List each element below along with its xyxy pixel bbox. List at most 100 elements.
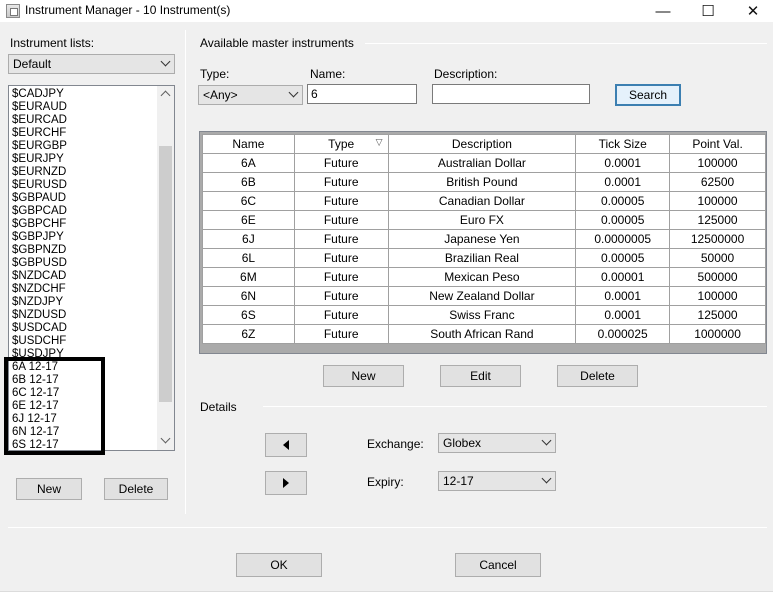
instrument-grid[interactable]: Name Type ▽ Description Tick Size Point Val. … xyxy=(199,131,767,354)
list-item[interactable]: $NZDCAD xyxy=(12,270,67,283)
list-item[interactable]: $GBPJPY xyxy=(12,231,67,244)
column-header[interactable]: Name xyxy=(202,134,295,154)
background-strip xyxy=(0,591,773,601)
column-header[interactable]: Description xyxy=(387,134,577,154)
table-cell: 0.00005 xyxy=(575,210,671,230)
name-label: Name: xyxy=(310,67,346,81)
column-header[interactable]: Tick Size xyxy=(575,134,671,154)
exchange-selected: Globex xyxy=(443,436,482,450)
scroll-down-icon[interactable] xyxy=(160,433,171,444)
table-cell: 0.0000005 xyxy=(575,229,671,249)
list-item[interactable]: $EURJPY xyxy=(12,153,67,166)
instrument-edit-button[interactable]: Edit xyxy=(440,365,521,387)
previous-button[interactable] xyxy=(265,433,307,457)
column-header-label: Description xyxy=(451,137,512,151)
table-cell: 6L xyxy=(202,248,295,268)
table-cell: Canadian Dollar xyxy=(387,191,577,211)
list-item[interactable]: $EURUSD xyxy=(12,179,67,192)
table-row[interactable]: 6A Future Australian Dollar 0.0001 100000 xyxy=(202,153,766,173)
details-group-line xyxy=(263,406,767,407)
table-cell: Future xyxy=(293,191,389,211)
table-cell: 100000 xyxy=(669,153,766,173)
scroll-thumb[interactable] xyxy=(159,146,172,402)
list-item[interactable]: $GBPNZD xyxy=(12,244,67,257)
instrument-list-selected: Default xyxy=(13,57,52,71)
table-cell: Future xyxy=(293,324,389,344)
column-header-label: Type xyxy=(328,137,355,151)
table-cell: Japanese Yen xyxy=(387,229,577,249)
column-header[interactable]: Point Val. xyxy=(669,134,766,154)
table-row[interactable]: 6Z Future South African Rand 0.000025 100000… xyxy=(202,324,766,344)
table-row[interactable]: 6L Future Brazilian Real 0.00005 50000 xyxy=(202,248,766,268)
expiry-selected: 12-17 xyxy=(443,474,474,488)
footer-separator xyxy=(8,527,767,528)
close-button[interactable]: ✕ xyxy=(730,0,773,22)
list-item[interactable]: $EURCAD xyxy=(12,114,67,127)
instrument-new-button[interactable]: New xyxy=(323,365,404,387)
list-item[interactable]: $GBPCHF xyxy=(12,218,67,231)
cancel-button[interactable]: Cancel xyxy=(455,553,541,577)
exchange-label: Exchange: xyxy=(367,437,424,451)
table-cell: Swiss Franc xyxy=(387,305,577,325)
scroll-up-icon[interactable] xyxy=(160,90,171,101)
list-item[interactable]: $CADJPY xyxy=(12,88,67,101)
list-item[interactable]: $EURNZD xyxy=(12,166,67,179)
next-button[interactable] xyxy=(265,471,307,495)
name-input[interactable]: 6 xyxy=(307,84,417,104)
table-cell: 62500 xyxy=(669,172,766,192)
title-bar: Instrument Manager - 10 Instrument(s) — … xyxy=(0,0,773,22)
exchange-select[interactable]: Globex xyxy=(438,433,556,453)
list-item[interactable]: $EURAUD xyxy=(12,101,67,114)
table-header-row: Name Type ▽ Description Tick Size Point Val. xyxy=(202,134,766,154)
list-item[interactable]: $GBPCAD xyxy=(12,205,67,218)
table-row[interactable]: 6M Future Mexican Peso 0.00001 500000 xyxy=(202,267,766,287)
list-item[interactable]: $NZDJPY xyxy=(12,296,67,309)
table-row[interactable]: 6N Future New Zealand Dollar 0.0001 100000 xyxy=(202,286,766,306)
list-delete-button[interactable]: Delete xyxy=(104,478,168,500)
list-item[interactable]: $GBPAUD xyxy=(12,192,67,205)
table-cell: 6N xyxy=(202,286,295,306)
search-button[interactable]: Search xyxy=(615,84,681,106)
table-cell: 0.000025 xyxy=(575,324,671,344)
list-item[interactable]: $NZDCHF xyxy=(12,283,67,296)
list-new-button[interactable]: New xyxy=(16,478,82,500)
instrument-delete-button[interactable]: Delete xyxy=(557,365,638,387)
table-cell: Euro FX xyxy=(387,210,577,230)
maximize-button[interactable]: ☐ xyxy=(685,0,731,22)
description-label: Description: xyxy=(434,67,498,81)
list-item[interactable]: $NZDUSD xyxy=(12,309,67,322)
master-group-label: Available master instruments xyxy=(200,36,354,50)
listbox-scrollbar[interactable] xyxy=(157,86,174,450)
column-header[interactable]: Type ▽ xyxy=(293,134,389,154)
panel-divider xyxy=(185,30,186,514)
list-item[interactable]: $USDCHF xyxy=(12,335,67,348)
table-row[interactable]: 6J Future Japanese Yen 0.0000005 12500000 xyxy=(202,229,766,249)
description-input[interactable] xyxy=(432,84,590,104)
table-cell: 0.0001 xyxy=(575,305,671,325)
chevron-down-icon xyxy=(160,56,171,67)
ok-button[interactable]: OK xyxy=(236,553,322,577)
list-item[interactable]: $EURCHF xyxy=(12,127,67,140)
details-group-label: Details xyxy=(200,400,237,414)
table-row[interactable]: 6C Future Canadian Dollar 0.00005 100000 xyxy=(202,191,766,211)
table-cell: 12500000 xyxy=(669,229,766,249)
type-select[interactable]: <Any> xyxy=(198,85,303,105)
list-item[interactable]: $EURGBP xyxy=(12,140,67,153)
table-row[interactable]: 6E Future Euro FX 0.00005 125000 xyxy=(202,210,766,230)
minimize-button[interactable]: — xyxy=(640,0,686,22)
list-item[interactable]: $GBPUSD xyxy=(12,257,67,270)
table-cell: Future xyxy=(293,153,389,173)
table-cell: 100000 xyxy=(669,286,766,306)
table-row[interactable]: 6B Future British Pound 0.0001 62500 xyxy=(202,172,766,192)
table-cell: 0.0001 xyxy=(575,153,671,173)
list-item[interactable]: $USDCAD xyxy=(12,322,67,335)
column-header-label: Point Val. xyxy=(692,137,743,151)
table-cell: British Pound xyxy=(387,172,577,192)
instrument-list-select[interactable]: Default xyxy=(8,54,175,74)
table-cell: 6E xyxy=(202,210,295,230)
table-row[interactable]: 6S Future Swiss Franc 0.0001 125000 xyxy=(202,305,766,325)
table-cell: 0.0001 xyxy=(575,172,671,192)
expiry-select[interactable]: 12-17 xyxy=(438,471,556,491)
table-cell: 0.00005 xyxy=(575,248,671,268)
chevron-down-icon xyxy=(541,473,552,484)
